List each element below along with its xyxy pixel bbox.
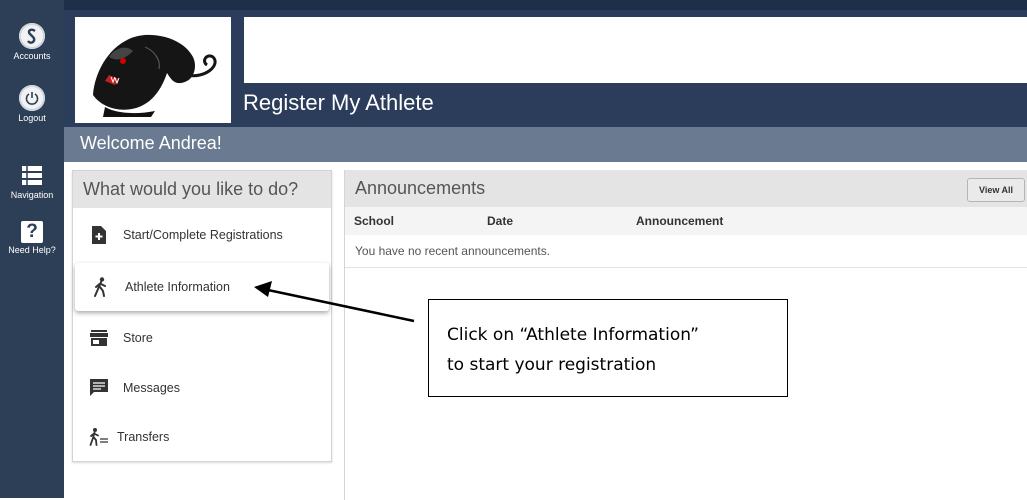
announcements-empty-message: You have no recent announcements. [345, 235, 1027, 268]
message-icon [89, 378, 109, 398]
add-document-icon [89, 225, 109, 245]
callout-line-2: to start your registration [447, 355, 657, 375]
help-button[interactable]: ? Need Help? [0, 221, 64, 255]
menu-item-label: Store [123, 331, 153, 345]
menu-item-label: Athlete Information [125, 280, 230, 294]
panther-logo-icon [93, 34, 217, 117]
list-icon [22, 166, 42, 185]
transfer-person-icon [89, 427, 109, 447]
menu-item-messages[interactable]: Messages [73, 364, 331, 412]
menu-item-transfers[interactable]: Transfers [73, 413, 331, 461]
navigation-label: Navigation [10, 190, 54, 200]
column-header-school[interactable]: School [354, 214, 394, 228]
view-all-button[interactable]: View All [967, 178, 1025, 202]
app-title: Register My Athlete [243, 90, 434, 115]
announcements-header: Announcements View All [345, 170, 1027, 207]
instruction-callout: Click on “Athlete Information” to start … [428, 299, 788, 397]
welcome-message: Welcome Andrea! [80, 133, 222, 153]
logout-label: Logout [18, 113, 46, 123]
actions-panel-heading: What would you like to do? [73, 171, 331, 208]
walking-person-icon [91, 277, 111, 297]
callout-text: Click on “Athlete Information” to start … [447, 320, 699, 380]
menu-item-label: Messages [123, 381, 180, 395]
announcements-column-headers: School Date Announcement [345, 207, 1027, 235]
menu-item-label: Start/Complete Registrations [123, 228, 283, 242]
left-sidebar: Accounts Logout Navigation ? Need Help? [0, 0, 64, 498]
announcements-title: Announcements [355, 178, 486, 198]
accounts-logo-icon [19, 23, 45, 49]
logout-button[interactable]: Logout [0, 85, 64, 123]
help-label: Need Help? [8, 245, 56, 255]
callout-line-1: Click on “Athlete Information” [447, 325, 699, 345]
question-mark-icon: ? [21, 221, 43, 243]
menu-item-start-registrations[interactable]: Start/Complete Registrations [73, 211, 331, 259]
accounts-label: Accounts [13, 51, 51, 61]
menu-item-store[interactable]: Store [73, 314, 331, 362]
top-strip [64, 0, 1027, 10]
store-icon [89, 328, 109, 348]
menu-item-label: Transfers [117, 430, 170, 444]
school-logo [75, 17, 231, 123]
column-header-date[interactable]: Date [487, 214, 513, 228]
column-header-announcement[interactable]: Announcement [636, 214, 723, 228]
menu-item-athlete-information[interactable]: Athlete Information [75, 263, 329, 311]
accounts-button[interactable]: Accounts [0, 23, 64, 61]
navigation-button[interactable]: Navigation [0, 164, 64, 200]
header-banner-blank [244, 17, 1027, 83]
actions-panel: What would you like to do? Start/Complet… [72, 170, 332, 462]
power-icon [19, 85, 45, 111]
